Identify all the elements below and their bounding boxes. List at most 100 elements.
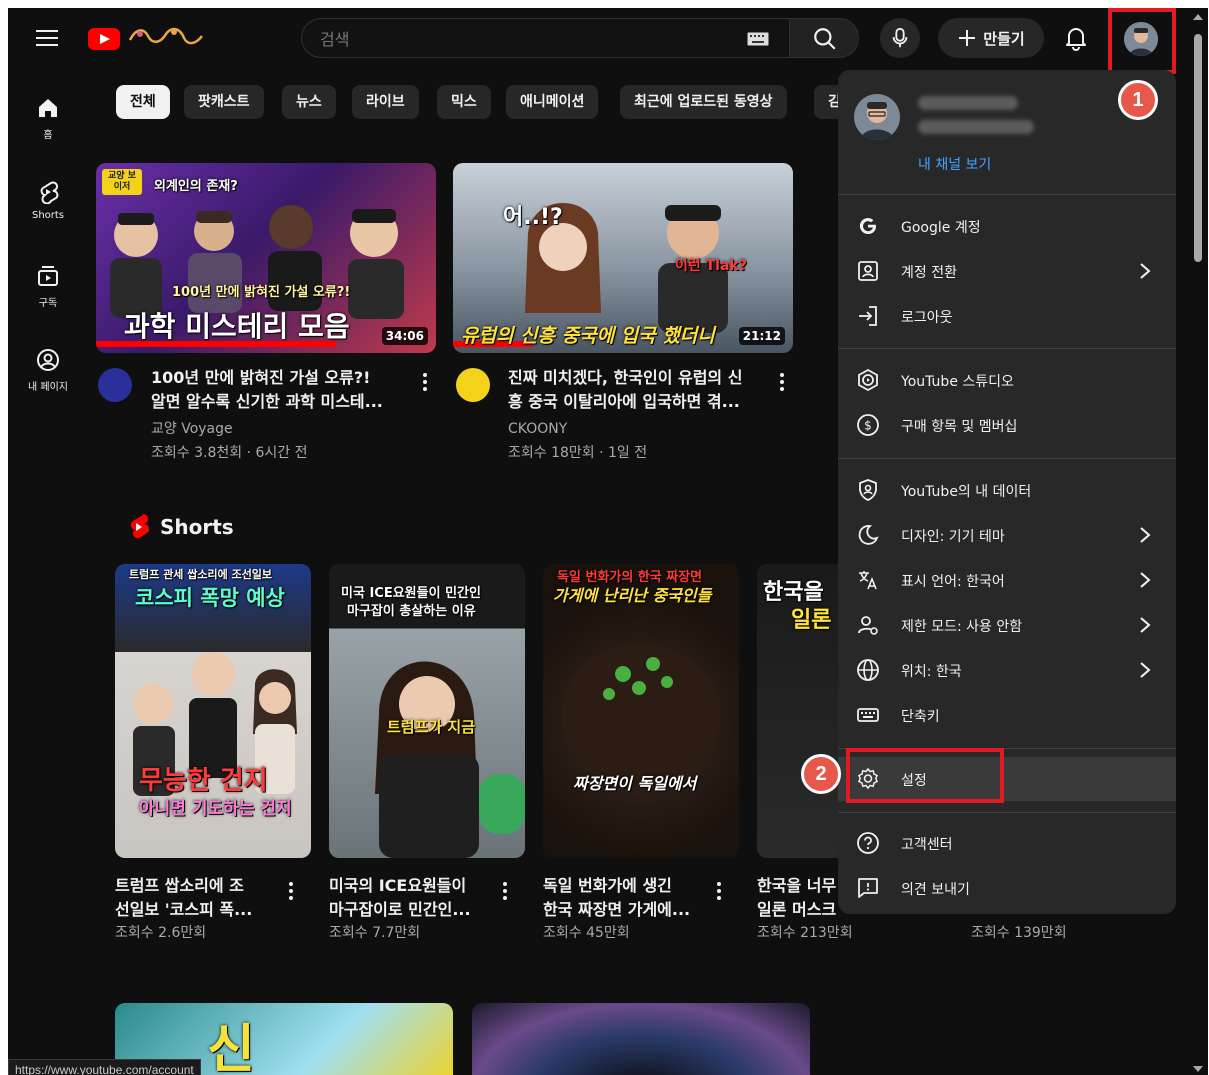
video-title[interactable]: 진짜 미치겠다, 한국인이 유럽의 신 흥 중국 이탈리아에 입국하면 겪... [508, 366, 768, 414]
studio-icon [858, 368, 878, 392]
account-avatar-button[interactable] [1124, 22, 1158, 56]
shorts-heading: Shorts [160, 515, 234, 539]
search-icon [814, 28, 836, 50]
voice-search-button[interactable] [880, 18, 920, 58]
svg-text:$: $ [864, 419, 872, 433]
chip-all[interactable]: 전체 [116, 85, 170, 119]
short-views: 조회수 2.6만회 [115, 925, 207, 941]
chip-live[interactable]: 라이브 [352, 85, 419, 119]
more-actions-icon[interactable] [288, 882, 294, 900]
channel-name[interactable]: CKOONY [508, 418, 567, 440]
data-shield-icon [859, 479, 877, 501]
menu-item-location[interactable]: 위치: 한국 [838, 648, 1176, 692]
create-button[interactable]: 만들기 [938, 18, 1044, 58]
chip-news[interactable]: 뉴스 [282, 85, 336, 119]
account-name-redacted [918, 96, 1018, 110]
menu-item-google-account[interactable]: Google 계정 [838, 204, 1176, 248]
nav-item-home[interactable]: 홈 [12, 96, 84, 141]
youtube-window: 만들기 홈 Shorts 구독 내 페이지 전체 팟캐스트 뉴스 라이브 믹스 … [8, 8, 1194, 1075]
channel-name[interactable]: 교양 Voyage [151, 418, 233, 440]
short-title[interactable]: 독일 번화가에 생긴 한국 짜장면 가게에... [543, 874, 703, 922]
nav-item-shorts[interactable]: Shorts [12, 180, 84, 221]
step-badge-2: 2 [801, 754, 841, 794]
menu-divider [838, 348, 1176, 349]
menu-item-appearance[interactable]: 디자인: 기기 테마 [838, 513, 1176, 557]
menu-item-restricted-mode[interactable]: 제한 모드: 사용 안함 [838, 603, 1176, 647]
menu-item-label: 설정 [901, 773, 927, 789]
search-button[interactable] [789, 18, 859, 58]
more-actions-icon[interactable] [716, 882, 722, 900]
short-overlay-bottom: 트럼프가 지금 [387, 718, 476, 736]
short-title[interactable]: 한국을 너무 일론 머스크 [757, 874, 847, 922]
menu-item-settings[interactable]: 설정 [838, 757, 1176, 801]
short-title[interactable]: 트럼프 쌉소리에 조 선일보 '코스피 폭... [115, 874, 275, 922]
scrollbar-thumb[interactable] [1194, 34, 1202, 262]
short-views: 조회수 7.7만회 [329, 925, 421, 941]
menu-item-sign-out[interactable]: 로그아웃 [838, 294, 1176, 338]
nav-item-you[interactable]: 내 페이지 [12, 348, 84, 393]
more-actions-icon[interactable] [422, 373, 428, 391]
short-title-line2: 일론 머스크 [757, 900, 837, 919]
view-channel-link[interactable]: 내 채널 보기 [918, 154, 991, 174]
video-meta: 조회수 3.8천회 · 6시간 전 [151, 445, 308, 461]
menu-item-purchases[interactable]: $ 구매 항목 및 멤버십 [838, 403, 1176, 447]
thumb-text-main: 유럽의 신흥 중국에 입국 했더니 [461, 325, 715, 347]
menu-hamburger-icon[interactable] [36, 30, 58, 48]
chevron-right-icon [1140, 527, 1151, 543]
short-title-line1: 미국의 ICE요원들이 [329, 876, 467, 895]
menu-item-feedback[interactable]: 의견 보내기 [838, 866, 1176, 910]
menu-item-your-data[interactable]: YouTube의 내 데이터 [838, 468, 1176, 512]
video-thumbnail[interactable]: 어..!? 이런 Tlak? 유럽의 신흥 중국에 입국 했더니 21:12 [453, 163, 793, 353]
menu-item-label: 구매 항목 및 멤버십 [901, 419, 1018, 435]
notifications-button[interactable] [1058, 20, 1094, 56]
nav-label-home: 홈 [43, 130, 53, 141]
nav-label-shorts: Shorts [31, 210, 65, 221]
short-title[interactable]: 미국의 ICE요원들이 마구잡이로 민간인... [329, 874, 489, 922]
short-title-line2: 한국 짜장면 가게에... [543, 900, 691, 919]
search-input[interactable] [318, 27, 742, 51]
menu-item-label: 표시 언어: 한국어 [901, 574, 1005, 590]
more-actions-icon[interactable] [779, 373, 785, 391]
short-views: 조회수 213만회 [757, 925, 853, 941]
short-title-line1: 한국을 너무 [757, 876, 837, 895]
thumb-text-main: 과학 미스테리 모음 [124, 310, 350, 343]
youtube-logo-icon[interactable] [88, 28, 120, 50]
account-menu: 내 채널 보기 Google 계정 계정 전환 로그아웃 YouTube 스튜디… [838, 70, 1176, 914]
youtube-doodle-icon[interactable] [126, 22, 206, 52]
page-scrollbar[interactable] [1188, 8, 1208, 1075]
short-title-line1: 독일 번화가에 생긴 [543, 876, 672, 895]
switch-account-icon [858, 261, 878, 281]
video-thumbnail[interactable] [472, 1003, 810, 1075]
menu-item-help[interactable]: 고객센터 [838, 821, 1176, 865]
short-title-line2: 마구잡이로 민간인... [329, 900, 471, 919]
channel-avatar[interactable] [456, 368, 490, 402]
scroll-down-arrow-icon[interactable] [1193, 1066, 1203, 1072]
menu-item-label: 단축키 [901, 709, 940, 725]
short-thumbnail[interactable]: 한국을 일론 [757, 564, 847, 858]
menu-divider [838, 748, 1176, 749]
duration-badge: 34:06 [381, 327, 428, 345]
menu-item-label: 의견 보내기 [901, 882, 970, 898]
nav-item-subscriptions[interactable]: 구독 [12, 264, 84, 309]
menu-item-shortcuts[interactable]: 단축키 [838, 693, 1176, 737]
chip-animation[interactable]: 애니메이션 [506, 85, 599, 119]
chip-recent-uploads[interactable]: 최근에 업로드된 동영상 [620, 85, 787, 119]
chip-podcast[interactable]: 팟캐스트 [184, 85, 264, 119]
short-thumbnail[interactable]: 미국 ICE요원들이 민간인 마구잡이 총살하는 이유 트럼프가 지금 [329, 564, 525, 858]
short-thumbnail[interactable]: 독일 번화가의 한국 짜장면 가게에 난리난 중국인들 짜장면이 독일에서 [543, 564, 739, 858]
short-thumbnail[interactable]: 트럼프 관세 쌉소리에 조선일보 코스피 폭망 예상 무능한 건지 아니면 기도… [115, 564, 311, 858]
search-bar[interactable] [301, 18, 789, 58]
menu-item-youtube-studio[interactable]: YouTube 스튜디오 [838, 358, 1176, 402]
globe-icon [857, 659, 879, 681]
video-title[interactable]: 100년 만에 밝혀진 가설 오류?! 알면 알수록 신기한 과학 미스테... [151, 366, 411, 414]
more-actions-icon[interactable] [502, 882, 508, 900]
menu-item-language[interactable]: 표시 언어: 한국어 [838, 558, 1176, 602]
channel-avatar[interactable] [98, 368, 132, 402]
chip-mix[interactable]: 믹스 [437, 85, 491, 119]
scroll-up-arrow-icon[interactable] [1193, 14, 1203, 20]
menu-item-switch-account[interactable]: 계정 전환 [838, 249, 1176, 293]
sign-out-icon [859, 306, 877, 326]
video-thumbnail[interactable]: 교양 보이저 외계인의 존재? 100년 만에 밝혀진 가설 오류?! 과학 미… [96, 163, 436, 353]
keyboard-icon[interactable] [747, 32, 769, 46]
step-badge-1: 1 [1118, 80, 1158, 120]
